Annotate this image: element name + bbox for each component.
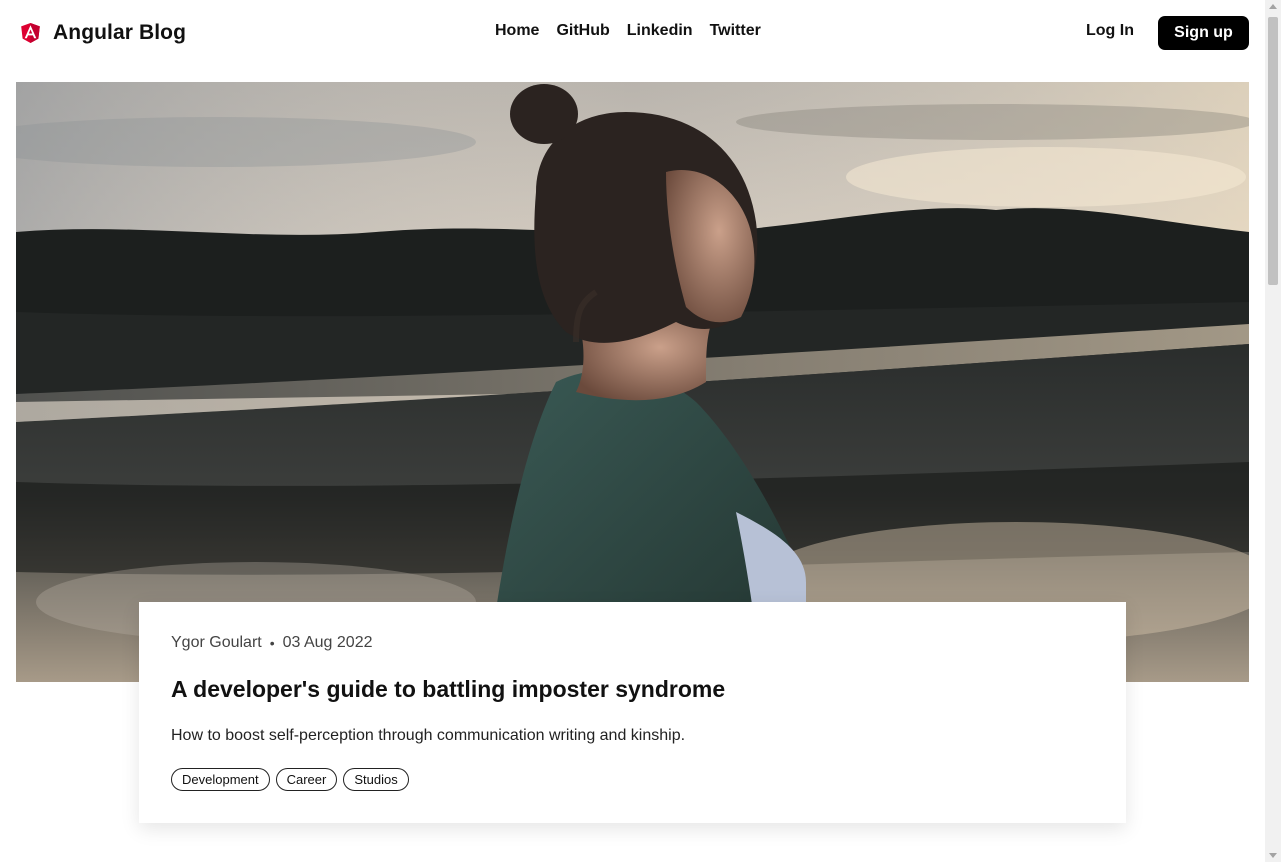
signup-button[interactable]: Sign up	[1158, 16, 1249, 50]
post-date: 03 Aug 2022	[282, 634, 373, 651]
tag-career[interactable]: Career	[275, 767, 338, 791]
brand-link[interactable]: Angular Blog	[18, 20, 186, 45]
angular-logo-icon	[21, 23, 40, 43]
login-link[interactable]: Log In	[1086, 22, 1134, 40]
scroll-down-icon[interactable]	[1269, 853, 1277, 858]
nav-linkedin[interactable]: Linkedin	[627, 22, 693, 40]
hero-photo	[16, 82, 1249, 682]
post-tags: Development Career Studios	[171, 767, 1094, 791]
post-description: How to boost self-perception through com…	[171, 726, 686, 744]
meta-separator: •	[269, 635, 275, 651]
tag-development[interactable]: Development	[171, 767, 270, 791]
tag-studios[interactable]: Studios	[343, 767, 409, 791]
scroll-up-icon[interactable]	[1269, 4, 1277, 9]
nav-github[interactable]: GitHub	[556, 22, 609, 40]
nav-twitter[interactable]: Twitter	[710, 22, 761, 40]
brand-name: Angular Blog	[53, 20, 187, 44]
nav-home[interactable]: Home	[495, 22, 539, 40]
page-scrollbar[interactable]	[1265, 0, 1281, 862]
site-header: Angular Blog Home GitHub Linkedin Twitte…	[0, 0, 1265, 66]
post-meta: Ygor Goulart • 03 Aug 2022	[171, 634, 1094, 652]
post-title[interactable]: A developer's guide to battling imposter…	[171, 676, 1094, 704]
scroll-thumb[interactable]	[1268, 17, 1278, 285]
hero-image	[16, 82, 1249, 682]
post-author[interactable]: Ygor Goulart	[171, 634, 262, 652]
main-nav: Home GitHub Linkedin Twitter	[495, 22, 761, 40]
featured-post-card[interactable]: Ygor Goulart • 03 Aug 2022 A developer's…	[139, 602, 1126, 823]
